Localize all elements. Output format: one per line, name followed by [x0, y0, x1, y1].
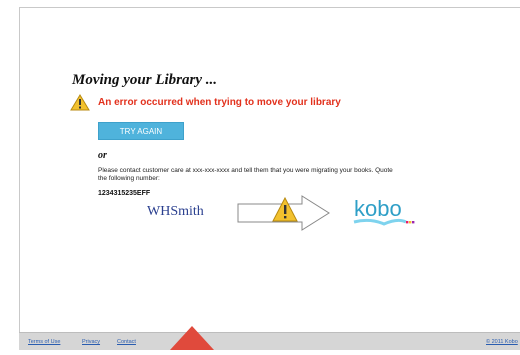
contact-instructions: Please contact customer care at xxx-xxx-… — [98, 167, 393, 182]
privacy-link[interactable]: Privacy — [82, 339, 100, 345]
transfer-arrow — [236, 194, 332, 237]
page-title: Moving your Library ... — [72, 72, 218, 88]
contact-link[interactable]: Contact — [117, 339, 136, 345]
error-message: An error occurred when trying to move yo… — [98, 97, 341, 108]
or-label: or — [98, 150, 107, 161]
kobo-logo: kobo — [348, 194, 418, 235]
pointer-marker — [170, 326, 214, 355]
arrow-right-icon — [237, 195, 330, 231]
terms-of-use-link[interactable]: Terms of Use — [28, 339, 60, 345]
triangle-pointer-icon — [170, 326, 214, 350]
reference-number: 1234315235EFF — [98, 190, 151, 197]
whsmith-logo: WHSmith — [147, 204, 204, 219]
warning-icon — [70, 94, 90, 111]
error-warning-icon — [70, 94, 90, 111]
try-again-button[interactable]: TRY AGAIN — [98, 122, 184, 140]
kobo-logo-text: kobo — [354, 196, 402, 221]
copyright-link[interactable]: © 2011 Kobo — [486, 339, 520, 345]
